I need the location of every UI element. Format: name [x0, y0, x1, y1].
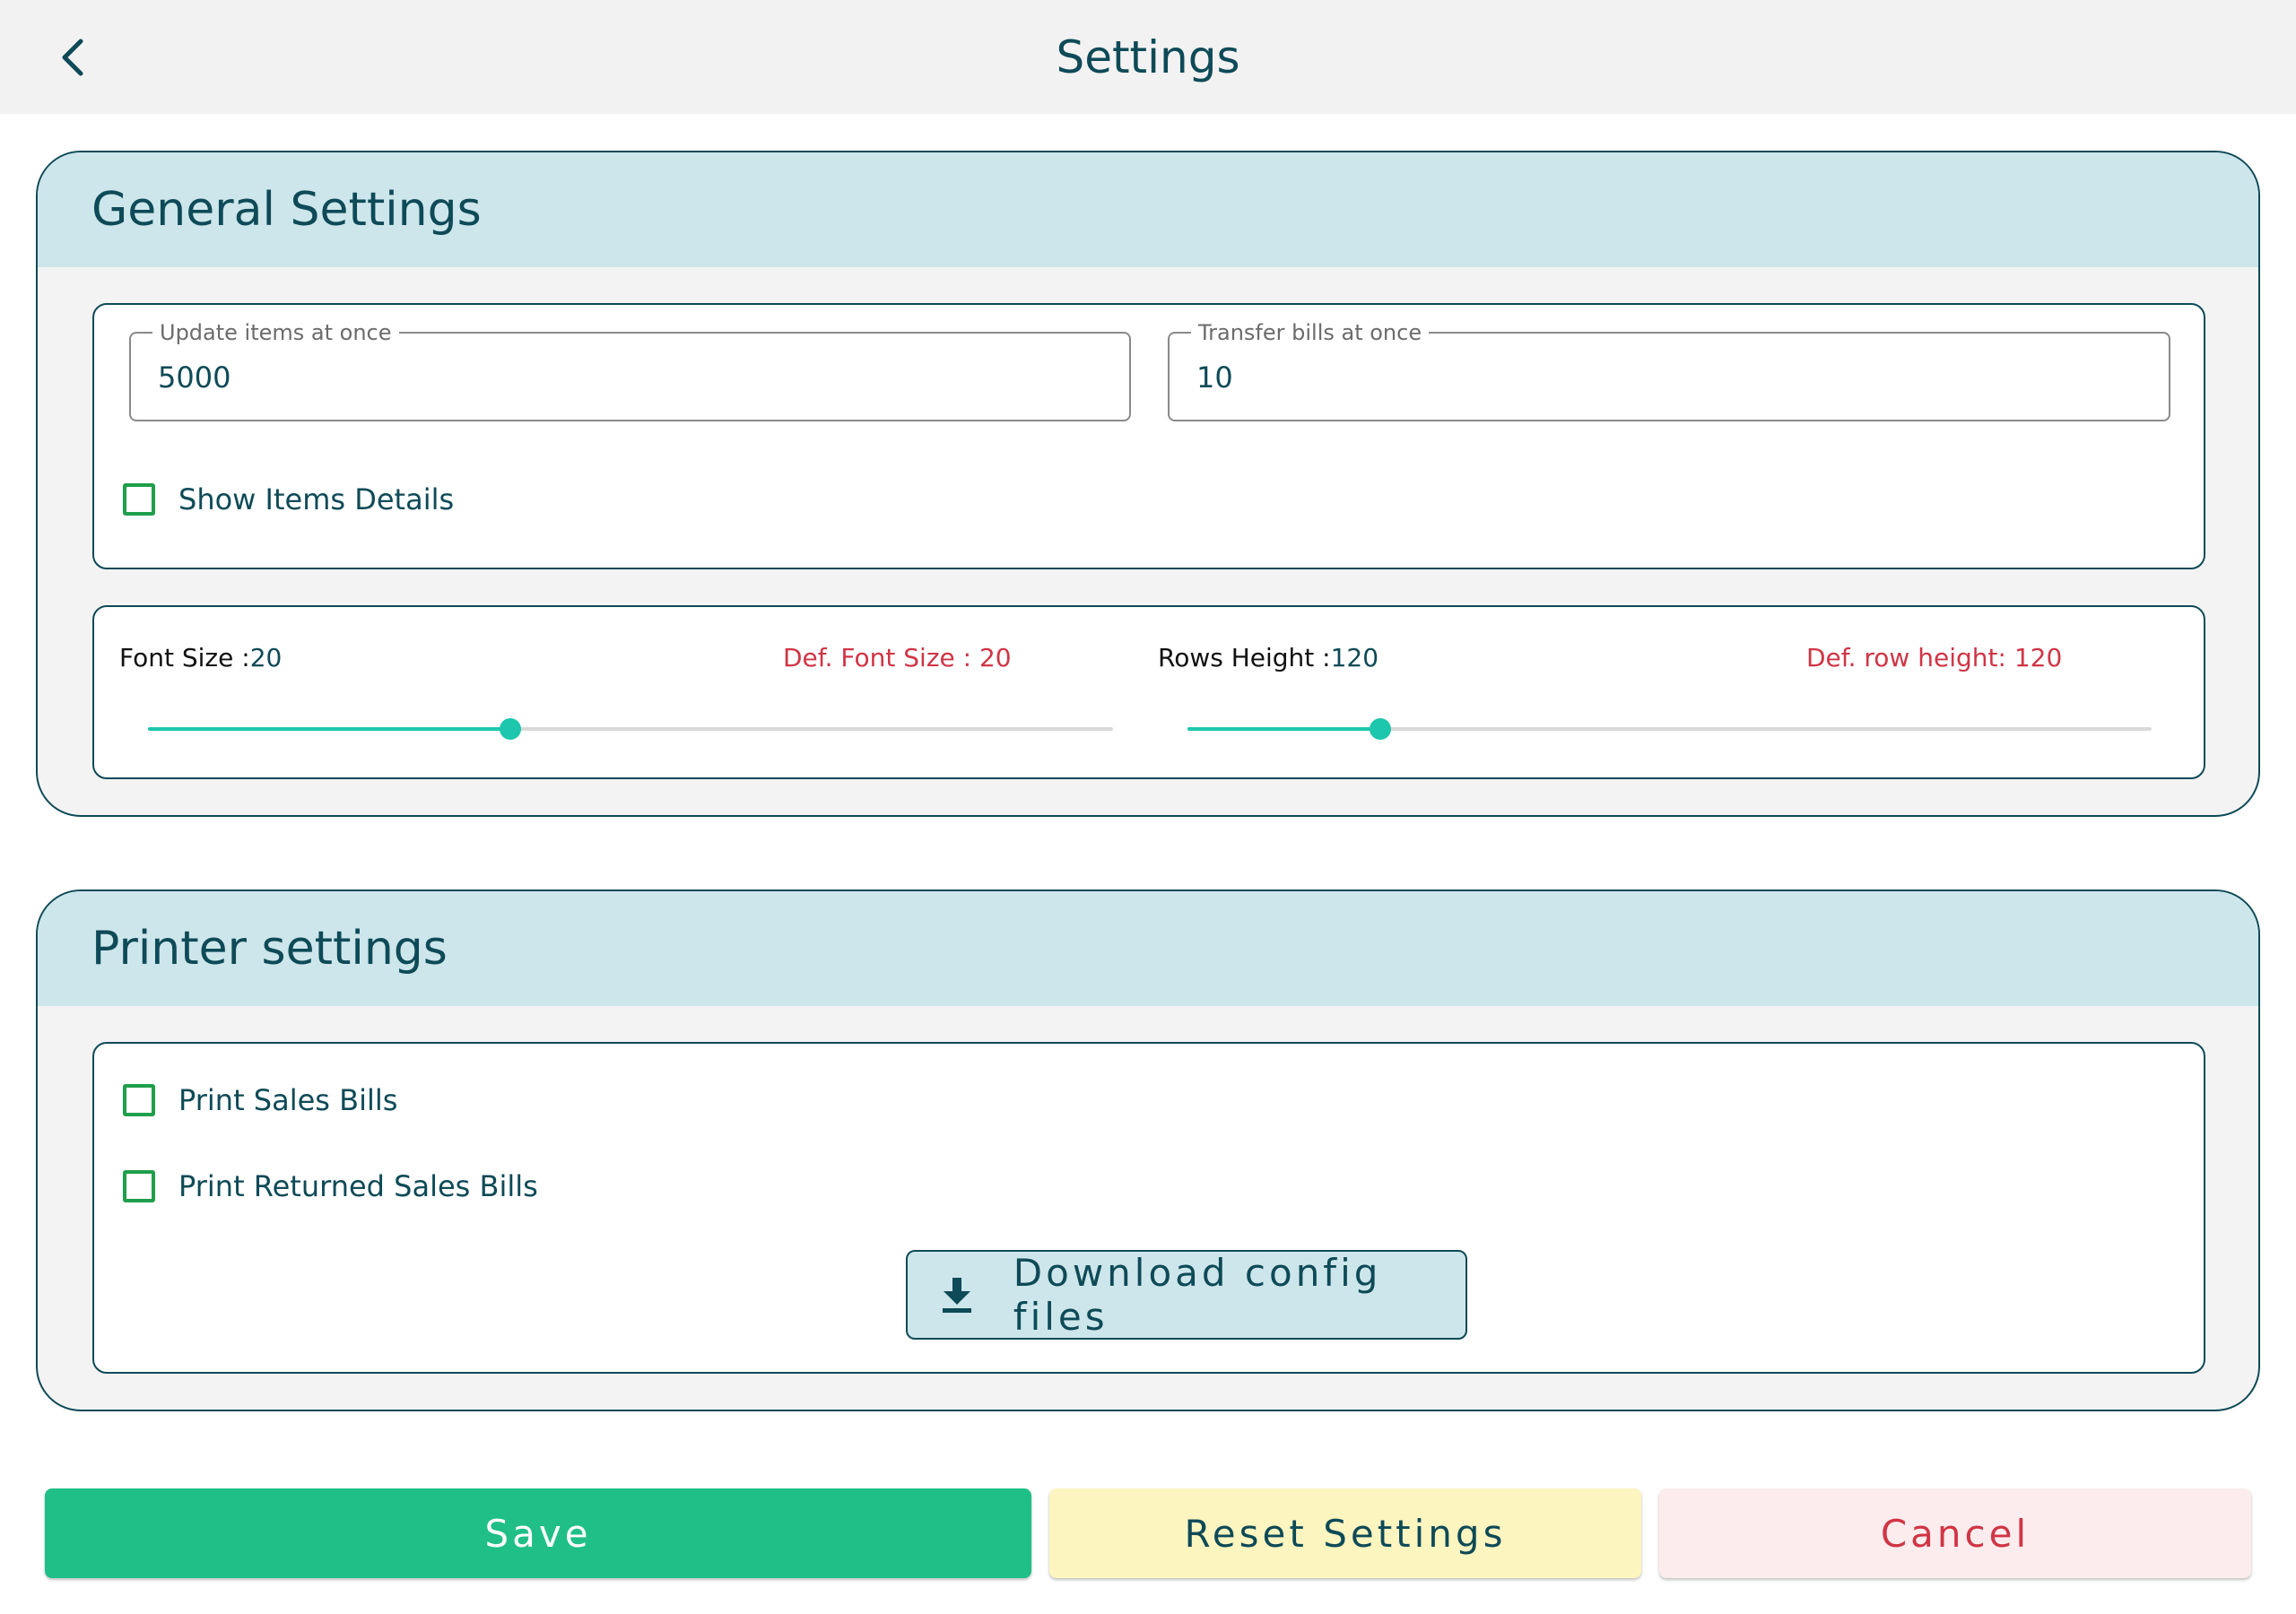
printer-settings-card: Printer settings Print Sales Bills Print… [36, 889, 2260, 1411]
show-items-details-label: Show Items Details [178, 482, 455, 516]
transfer-bills-field: Transfer bills at once [1168, 319, 2170, 421]
rows-height-label: Rows Height :120 [1158, 643, 1379, 672]
transfer-bills-input[interactable] [1196, 353, 2142, 402]
general-settings-title: General Settings [38, 152, 2258, 267]
rows-height-slider[interactable] [1187, 718, 2152, 740]
printer-settings-title: Printer settings [38, 891, 2258, 1006]
print-returned-sales-bills-label: Print Returned Sales Bills [178, 1169, 538, 1203]
transfer-bills-label: Transfer bills at once [1191, 319, 1430, 346]
general-options-box: Update items at once Transfer bills at o… [92, 303, 2205, 569]
display-sliders-box: Font Size :20 Def. Font Size : 20 Rows H… [92, 605, 2205, 779]
reset-settings-button[interactable]: Reset Settings [1049, 1488, 1641, 1578]
default-row-height-label: Def. row height: 120 [1806, 643, 2063, 672]
update-items-field: Update items at once [129, 319, 1131, 421]
font-size-label: Font Size :20 [119, 643, 283, 672]
slider-thumb[interactable] [499, 718, 521, 740]
slider-fill [148, 727, 510, 731]
download-config-label: Download config files [1013, 1251, 1382, 1339]
slider-fill [1187, 727, 1380, 731]
download-icon [940, 1275, 974, 1315]
rows-height-value: 120 [1330, 643, 1379, 672]
print-sales-bills-label: Print Sales Bills [178, 1083, 398, 1117]
top-app-bar: Settings [0, 0, 2296, 114]
checkbox-box[interactable] [123, 1170, 155, 1202]
print-sales-bills-checkbox[interactable]: Print Sales Bills [123, 1083, 397, 1117]
update-items-label: Update items at once [152, 319, 399, 346]
printer-options-box: Print Sales Bills Print Returned Sales B… [92, 1042, 2205, 1374]
page-title: Settings [1056, 31, 1240, 83]
download-config-button[interactable]: Download config files [906, 1250, 1467, 1340]
save-button[interactable]: Save [45, 1488, 1031, 1578]
font-size-value: 20 [249, 643, 283, 672]
font-size-slider[interactable] [148, 718, 1113, 740]
checkbox-box[interactable] [123, 1084, 155, 1116]
general-settings-card: General Settings Update items at once Tr… [36, 151, 2260, 817]
cancel-button[interactable]: Cancel [1659, 1488, 2251, 1578]
print-returned-sales-bills-checkbox[interactable]: Print Returned Sales Bills [123, 1169, 538, 1203]
checkbox-box[interactable] [123, 483, 155, 516]
update-items-input[interactable] [158, 353, 1102, 402]
show-items-details-checkbox[interactable]: Show Items Details [123, 482, 454, 516]
slider-thumb[interactable] [1370, 718, 1391, 740]
default-font-size-label: Def. Font Size : 20 [783, 643, 1012, 672]
